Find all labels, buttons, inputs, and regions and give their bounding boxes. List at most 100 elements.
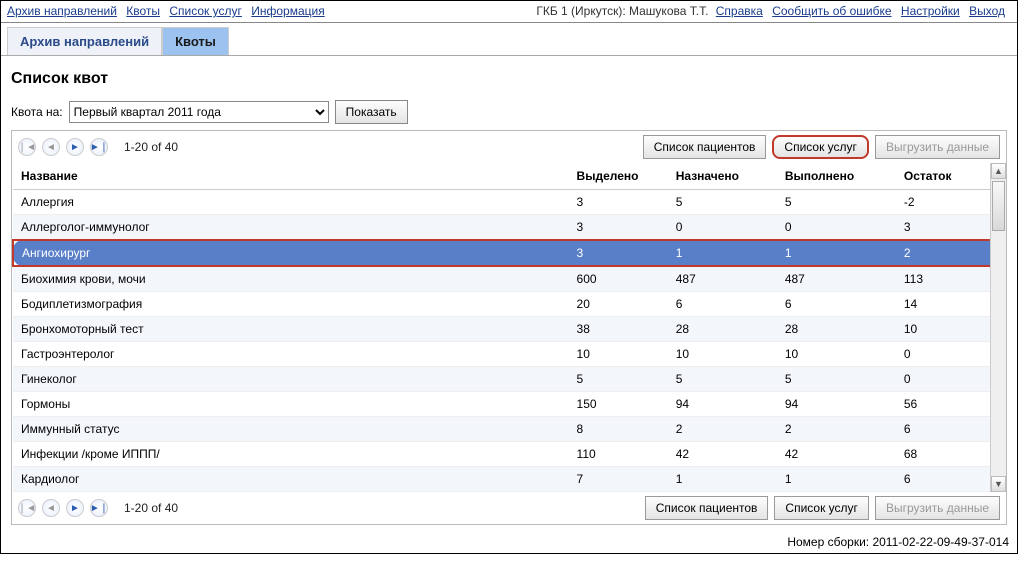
table-row[interactable]: Бронхомоторный тест38282810: [13, 317, 1005, 342]
table-row[interactable]: Биохимия крови, мочи600487487113: [13, 266, 1005, 292]
cell-done: 42: [777, 442, 896, 467]
table-row[interactable]: Инфекции /кроме ИППП/110424268: [13, 442, 1005, 467]
top-nav-left: Архив направлений Квоты Список услуг Инф…: [7, 4, 331, 22]
table-row[interactable]: Иммунный статус8226: [13, 417, 1005, 442]
nav-quotas[interactable]: Квоты: [126, 4, 160, 18]
page-title: Список квот: [11, 70, 1007, 88]
pager-first-icon[interactable]: ❘◄: [18, 499, 36, 517]
cell-assigned: 0: [668, 215, 777, 241]
patients-list-button[interactable]: Список пациентов: [645, 496, 769, 520]
cell-name: Биохимия крови, мочи: [13, 266, 569, 292]
col-name[interactable]: Название: [13, 163, 569, 190]
tab-archive[interactable]: Архив направлений: [7, 27, 162, 55]
nav-logout[interactable]: Выход: [969, 4, 1005, 18]
quota-table: Название Выделено Назначено Выполнено Ос…: [12, 163, 1006, 492]
pager-bottom: ❘◄ ◄ ► ►❘ 1-20 of 40: [18, 499, 178, 517]
scroll-thumb[interactable]: [992, 181, 1005, 231]
cell-allocated: 20: [569, 292, 668, 317]
cell-assigned: 2: [668, 417, 777, 442]
build-value: 2011-02-22-09-49-37-014: [872, 535, 1009, 549]
pager-last-icon[interactable]: ►❘: [90, 499, 108, 517]
current-user: ГКБ 1 (Иркутск): Машукова Т.Т.: [536, 4, 708, 18]
cell-allocated: 38: [569, 317, 668, 342]
cell-done: 5: [777, 367, 896, 392]
export-button[interactable]: Выгрузить данные: [875, 496, 1000, 520]
table-row[interactable]: Аллергия355-2: [13, 190, 1005, 215]
cell-assigned: 6: [668, 292, 777, 317]
cell-allocated: 8: [569, 417, 668, 442]
vertical-scrollbar[interactable]: ▲ ▼: [990, 163, 1006, 492]
cell-rest: 6: [896, 417, 1005, 442]
cell-assigned: 487: [668, 266, 777, 292]
cell-allocated: 150: [569, 392, 668, 417]
pager-prev-icon[interactable]: ◄: [42, 499, 60, 517]
cell-name: Аллергия: [13, 190, 569, 215]
cell-assigned: 28: [668, 317, 777, 342]
cell-done: 487: [777, 266, 896, 292]
cell-assigned: 42: [668, 442, 777, 467]
cell-done: 94: [777, 392, 896, 417]
period-select[interactable]: Первый квартал 2011 года: [69, 101, 329, 123]
cell-done: 28: [777, 317, 896, 342]
cell-name: Инфекции /кроме ИППП/: [13, 442, 569, 467]
cell-allocated: 3: [569, 215, 668, 241]
cell-rest: 6: [896, 467, 1005, 492]
cell-allocated: 3: [569, 240, 668, 266]
top-nav: Архив направлений Квоты Список услуг Инф…: [1, 1, 1017, 23]
cell-rest: 3: [896, 215, 1005, 241]
col-assigned[interactable]: Назначено: [668, 163, 777, 190]
table-row[interactable]: Ангиохирург3112: [13, 240, 1005, 266]
services-list-button[interactable]: Список услуг: [774, 496, 869, 520]
nav-help[interactable]: Справка: [716, 4, 763, 18]
nav-settings[interactable]: Настройки: [901, 4, 960, 18]
pager-info: 1-20 of 40: [124, 140, 178, 154]
table-row[interactable]: Гормоны150949456: [13, 392, 1005, 417]
table-row[interactable]: Гинеколог5550: [13, 367, 1005, 392]
pager-last-icon[interactable]: ►❘: [90, 138, 108, 156]
nav-info[interactable]: Информация: [251, 4, 324, 18]
patients-list-button[interactable]: Список пациентов: [643, 135, 767, 159]
pager-next-icon[interactable]: ►: [66, 499, 84, 517]
cell-name: Аллерголог-иммунолог: [13, 215, 569, 241]
cell-done: 5: [777, 190, 896, 215]
pager-next-icon[interactable]: ►: [66, 138, 84, 156]
nav-archive[interactable]: Архив направлений: [7, 4, 117, 18]
cell-rest: 0: [896, 367, 1005, 392]
scroll-up-icon[interactable]: ▲: [991, 163, 1006, 179]
cell-assigned: 1: [668, 467, 777, 492]
export-button[interactable]: Выгрузить данные: [875, 135, 1000, 159]
cell-name: Бодиплетизмография: [13, 292, 569, 317]
cell-assigned: 10: [668, 342, 777, 367]
cell-done: 1: [777, 467, 896, 492]
table-row[interactable]: Кардиолог7116: [13, 467, 1005, 492]
nav-services[interactable]: Список услуг: [169, 4, 242, 18]
col-rest[interactable]: Остаток: [896, 163, 1005, 190]
show-button[interactable]: Показать: [335, 100, 408, 124]
main-content: Список квот Квота на: Первый квартал 201…: [1, 56, 1017, 531]
col-done[interactable]: Выполнено: [777, 163, 896, 190]
table-row[interactable]: Гастроэнтеролог1010100: [13, 342, 1005, 367]
cell-done: 10: [777, 342, 896, 367]
cell-name: Бронхомоторный тест: [13, 317, 569, 342]
cell-done: 1: [777, 240, 896, 266]
cell-rest: 2: [896, 240, 1005, 266]
cell-assigned: 5: [668, 367, 777, 392]
cell-rest: 68: [896, 442, 1005, 467]
filter-label: Квота на:: [11, 105, 63, 119]
pager-prev-icon[interactable]: ◄: [42, 138, 60, 156]
toolbar-top: ❘◄ ◄ ► ►❘ 1-20 of 40 Список пациентов Сп…: [12, 131, 1006, 163]
cell-done: 0: [777, 215, 896, 241]
table-row[interactable]: Бодиплетизмография206614: [13, 292, 1005, 317]
scroll-down-icon[interactable]: ▼: [991, 476, 1006, 492]
services-list-button[interactable]: Список услуг: [772, 135, 869, 159]
cell-allocated: 10: [569, 342, 668, 367]
nav-report-bug[interactable]: Сообщить об ошибке: [772, 4, 891, 18]
table-row[interactable]: Аллерголог-иммунолог3003: [13, 215, 1005, 241]
cell-rest: 0: [896, 342, 1005, 367]
pager-first-icon[interactable]: ❘◄: [18, 138, 36, 156]
col-allocated[interactable]: Выделено: [569, 163, 668, 190]
tab-quotas[interactable]: Квоты: [162, 27, 229, 55]
cell-name: Гастроэнтеролог: [13, 342, 569, 367]
cell-done: 2: [777, 417, 896, 442]
cell-name: Кардиолог: [13, 467, 569, 492]
